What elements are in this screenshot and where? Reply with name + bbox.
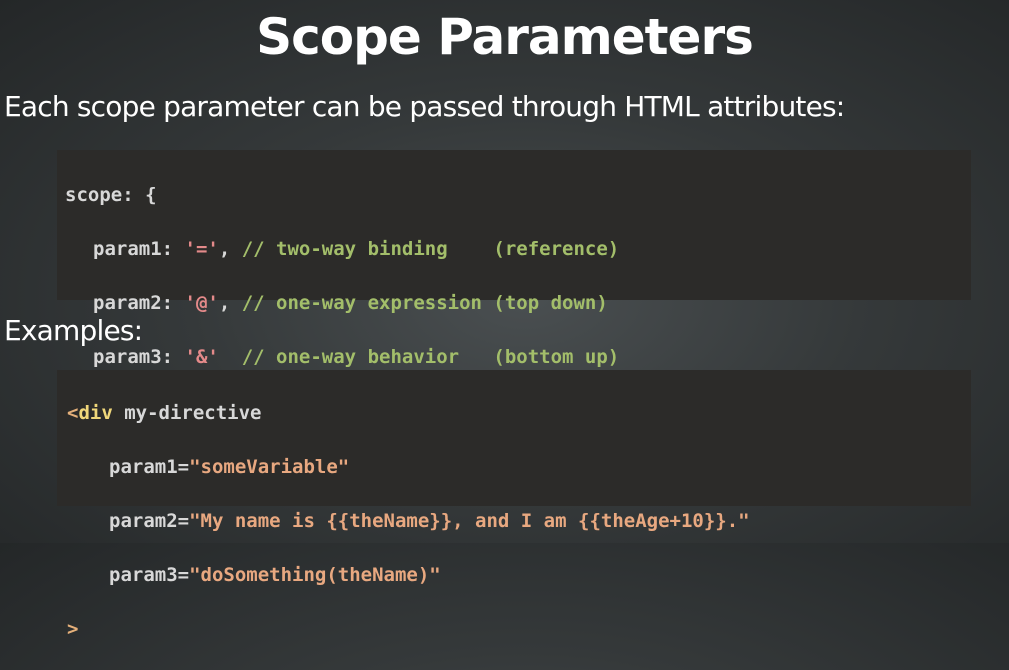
param3-value: '&' (184, 346, 219, 368)
scope-code-block: scope: { param1: '=', // two-way binding… (57, 150, 971, 422)
code-line: param3="doSomething(theName)" (67, 562, 971, 589)
attr3-name: param3= (109, 564, 190, 586)
param3-key: param3: (93, 346, 185, 368)
intro-text: Each scope parameter can be passed throu… (4, 90, 845, 123)
code-line: param3: '&' // one-way behavior (bottom … (65, 344, 971, 371)
param2-comment: // one-way expression (top down) (241, 292, 608, 314)
directive-name: my-directive (112, 402, 262, 424)
tag-open-bracket: < (67, 402, 79, 424)
code-line: param2="My name is {{theName}}, and I am… (67, 508, 971, 535)
param1-key: param1: (93, 238, 185, 260)
tag-close-bracket: > (67, 618, 79, 640)
param1-sep: , (218, 238, 242, 260)
param3-comment: // one-way behavior (bottom up) (241, 346, 620, 368)
slide-title: Scope Parameters (256, 8, 754, 66)
param1-comment: // two-way binding (reference) (241, 238, 620, 260)
code-line: scope: { (65, 182, 971, 209)
examples-label: Examples: (4, 314, 143, 347)
example-code-block: <div my-directive param1="someVariable" … (57, 370, 971, 640)
code-line: <div my-directive (67, 400, 971, 427)
attr2-name: param2= (109, 510, 190, 532)
attr3-value: "doSomething(theName)" (189, 564, 441, 586)
attr2-value: "My name is {{theName}}, and I am {{theA… (189, 510, 750, 532)
attr1-value: "someVariable" (189, 456, 350, 478)
code-line: param1="someVariable" (67, 454, 971, 481)
code-scope-open: scope: { (65, 184, 157, 206)
code-line: > (67, 616, 971, 643)
tag-name: div (78, 402, 113, 424)
param2-value: '@' (184, 292, 219, 314)
param3-sep (219, 346, 242, 368)
code-line: param2: '@', // one-way expression (top … (65, 290, 971, 317)
code-line: param1: '=', // two-way binding (referen… (65, 236, 971, 263)
param1-value: '=' (184, 238, 219, 260)
param2-key: param2: (93, 292, 185, 314)
param2-sep: , (218, 292, 242, 314)
attr1-name: param1= (109, 456, 190, 478)
